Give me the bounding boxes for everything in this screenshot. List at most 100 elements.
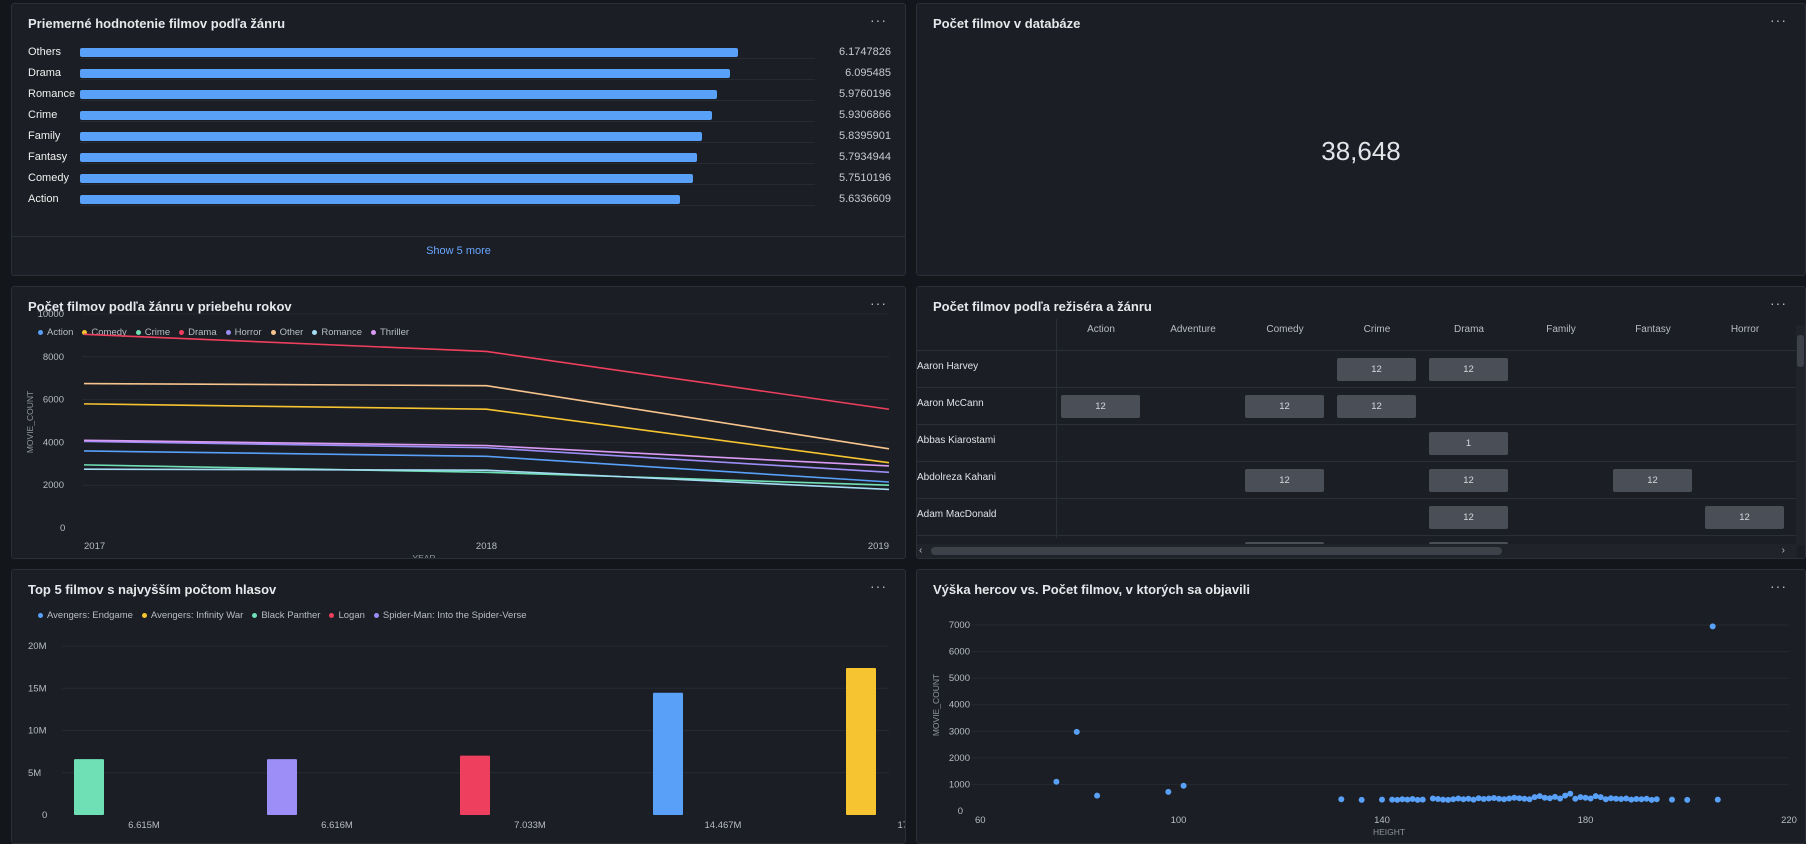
column-header[interactable]: Comedy	[1245, 324, 1325, 335]
y-tick-label: 5000	[949, 673, 970, 684]
bar-category-label: Romance	[28, 88, 76, 100]
panel-title: Priemerné hodnotenie filmov podľa žánru	[28, 16, 286, 31]
scatter-point	[1551, 793, 1558, 800]
scatter-point	[1557, 795, 1564, 802]
scatter-point	[1470, 796, 1477, 803]
heat-cell[interactable]: 1	[1429, 432, 1508, 455]
bar[interactable]	[80, 174, 693, 183]
y-tick-label: 10M	[28, 726, 47, 737]
pivot-table[interactable]: Action Adventure Comedy Crime Drama Family Fan…	[917, 287, 1797, 558]
movie-count-value: 38,648	[1321, 136, 1401, 166]
scatter-point	[1546, 795, 1553, 802]
heat-cell[interactable]: 12	[1245, 469, 1324, 492]
bar-value-label: 5.6336609	[839, 193, 891, 205]
scrollbar-thumb[interactable]	[1797, 335, 1804, 367]
bar[interactable]	[80, 153, 698, 162]
more-options-icon[interactable]: ···	[1770, 12, 1787, 28]
bar-value-label: 5.8395901	[839, 130, 891, 142]
vertical-scrollbar[interactable]	[1796, 325, 1805, 545]
scatter-point	[1419, 796, 1426, 803]
movies-by-genre-over-years-panel: Počet filmov podľa žánru v priebehu roko…	[11, 286, 906, 559]
top5-most-voted-panel: Top 5 filmov s najvyšším počtom hlasov ·…	[11, 569, 906, 844]
x-tick-label: 100	[1171, 815, 1187, 826]
column-header[interactable]: Drama	[1429, 324, 1509, 335]
heat-cell[interactable]: 12	[1705, 506, 1784, 529]
bar-category-label: Crime	[28, 109, 58, 121]
bar[interactable]	[80, 69, 730, 78]
scrollbar-thumb[interactable]	[931, 547, 1502, 555]
table-row[interactable]: Aaron McCann 12 12 12	[917, 387, 1797, 420]
x-axis-title: HEIGHT	[1373, 827, 1405, 837]
table-row[interactable]: Abdolreza Kahani 12 12 12	[917, 461, 1797, 494]
column-header[interactable]: Crime	[1337, 324, 1417, 335]
x-tick-label: 6.615M	[128, 820, 160, 831]
heat-cell[interactable]: 12	[1245, 395, 1324, 418]
y-tick-label: 0	[958, 806, 963, 817]
bar[interactable]	[80, 48, 738, 57]
table-row[interactable]: Adam MacDonald 12 12	[917, 498, 1797, 531]
column-header[interactable]: Family	[1521, 324, 1601, 335]
scatter-point	[1531, 794, 1538, 801]
gridline	[80, 184, 815, 185]
scatter-point	[1379, 796, 1385, 803]
y-tick-label: 6000	[43, 395, 64, 406]
scatter-point	[1434, 796, 1441, 803]
heat-cell[interactable]: 12	[1061, 395, 1140, 418]
bar-value-label: 5.7934944	[839, 151, 891, 163]
x-axis-title: YEAR	[412, 553, 435, 559]
y-axis-title: MOVIE_COUNT	[931, 674, 941, 736]
bar-category-label: Action	[28, 193, 59, 205]
more-options-icon[interactable]: ···	[870, 12, 887, 28]
gridline	[80, 79, 815, 80]
heat-cell[interactable]: 12	[1429, 469, 1508, 492]
bar[interactable]	[80, 132, 703, 141]
scatter-point	[1653, 796, 1660, 803]
bar[interactable]	[80, 195, 681, 204]
scatter-point	[1618, 796, 1625, 803]
scatter-point	[1165, 788, 1172, 795]
row-header: Adam MacDonald	[917, 509, 997, 520]
bar	[74, 759, 104, 815]
panel-title: Počet filmov v databáze	[933, 16, 1081, 31]
column-header[interactable]: Adventure	[1153, 324, 1233, 335]
scatter-point	[1358, 796, 1365, 803]
heat-cell[interactable]: 12	[1429, 358, 1508, 381]
scatter-point	[1516, 795, 1523, 802]
bar-value-label: 5.9306866	[839, 109, 891, 121]
gridline	[80, 142, 815, 143]
x-tick-label: 14.467M	[705, 820, 742, 831]
column-header[interactable]: Horror	[1705, 324, 1785, 335]
scroll-left-icon[interactable]: ‹	[919, 545, 922, 556]
scroll-right-icon[interactable]: ›	[1782, 545, 1785, 556]
scatter-point	[1480, 796, 1487, 803]
y-tick-label: 7000	[949, 620, 970, 631]
bar-category-label: Drama	[28, 67, 62, 79]
show-more-link[interactable]: Show 5 more	[12, 245, 905, 257]
scatter-point	[1668, 796, 1675, 803]
scatter-point	[1394, 796, 1401, 803]
scatter-point	[1602, 796, 1609, 803]
bar-value-label: 5.9760196	[839, 88, 891, 100]
table-row[interactable]: Aaron Harvey 12 12	[917, 350, 1797, 383]
scatter-point	[1460, 796, 1467, 803]
movies-by-director-genre-panel: Počet filmov podľa režiséra a žánru ··· …	[916, 286, 1806, 559]
movie-count-panel: Počet filmov v databáze ··· 38,648	[916, 3, 1806, 276]
x-tick-label: 220	[1781, 815, 1797, 826]
scatter-point	[1648, 796, 1655, 803]
horizontal-scrollbar[interactable]: ‹ ›	[917, 544, 1797, 558]
bar[interactable]	[80, 90, 717, 99]
bar[interactable]	[80, 111, 712, 120]
heat-cell[interactable]: 12	[1337, 395, 1416, 418]
column-header[interactable]: Action	[1061, 324, 1141, 335]
scatter-point	[1180, 782, 1187, 789]
y-tick-label: 1000	[949, 779, 970, 790]
heat-cell[interactable]: 12	[1429, 506, 1508, 529]
heat-cell[interactable]: 12	[1337, 358, 1416, 381]
bar-category-label: Others	[28, 46, 62, 58]
series-line	[83, 333, 890, 411]
y-tick-label: 5M	[28, 768, 41, 779]
column-header[interactable]: Fantasy	[1613, 324, 1693, 335]
table-row[interactable]: Abbas Kiarostami 1	[917, 424, 1797, 457]
y-tick-label: 3000	[949, 726, 970, 737]
heat-cell[interactable]: 12	[1613, 469, 1692, 492]
